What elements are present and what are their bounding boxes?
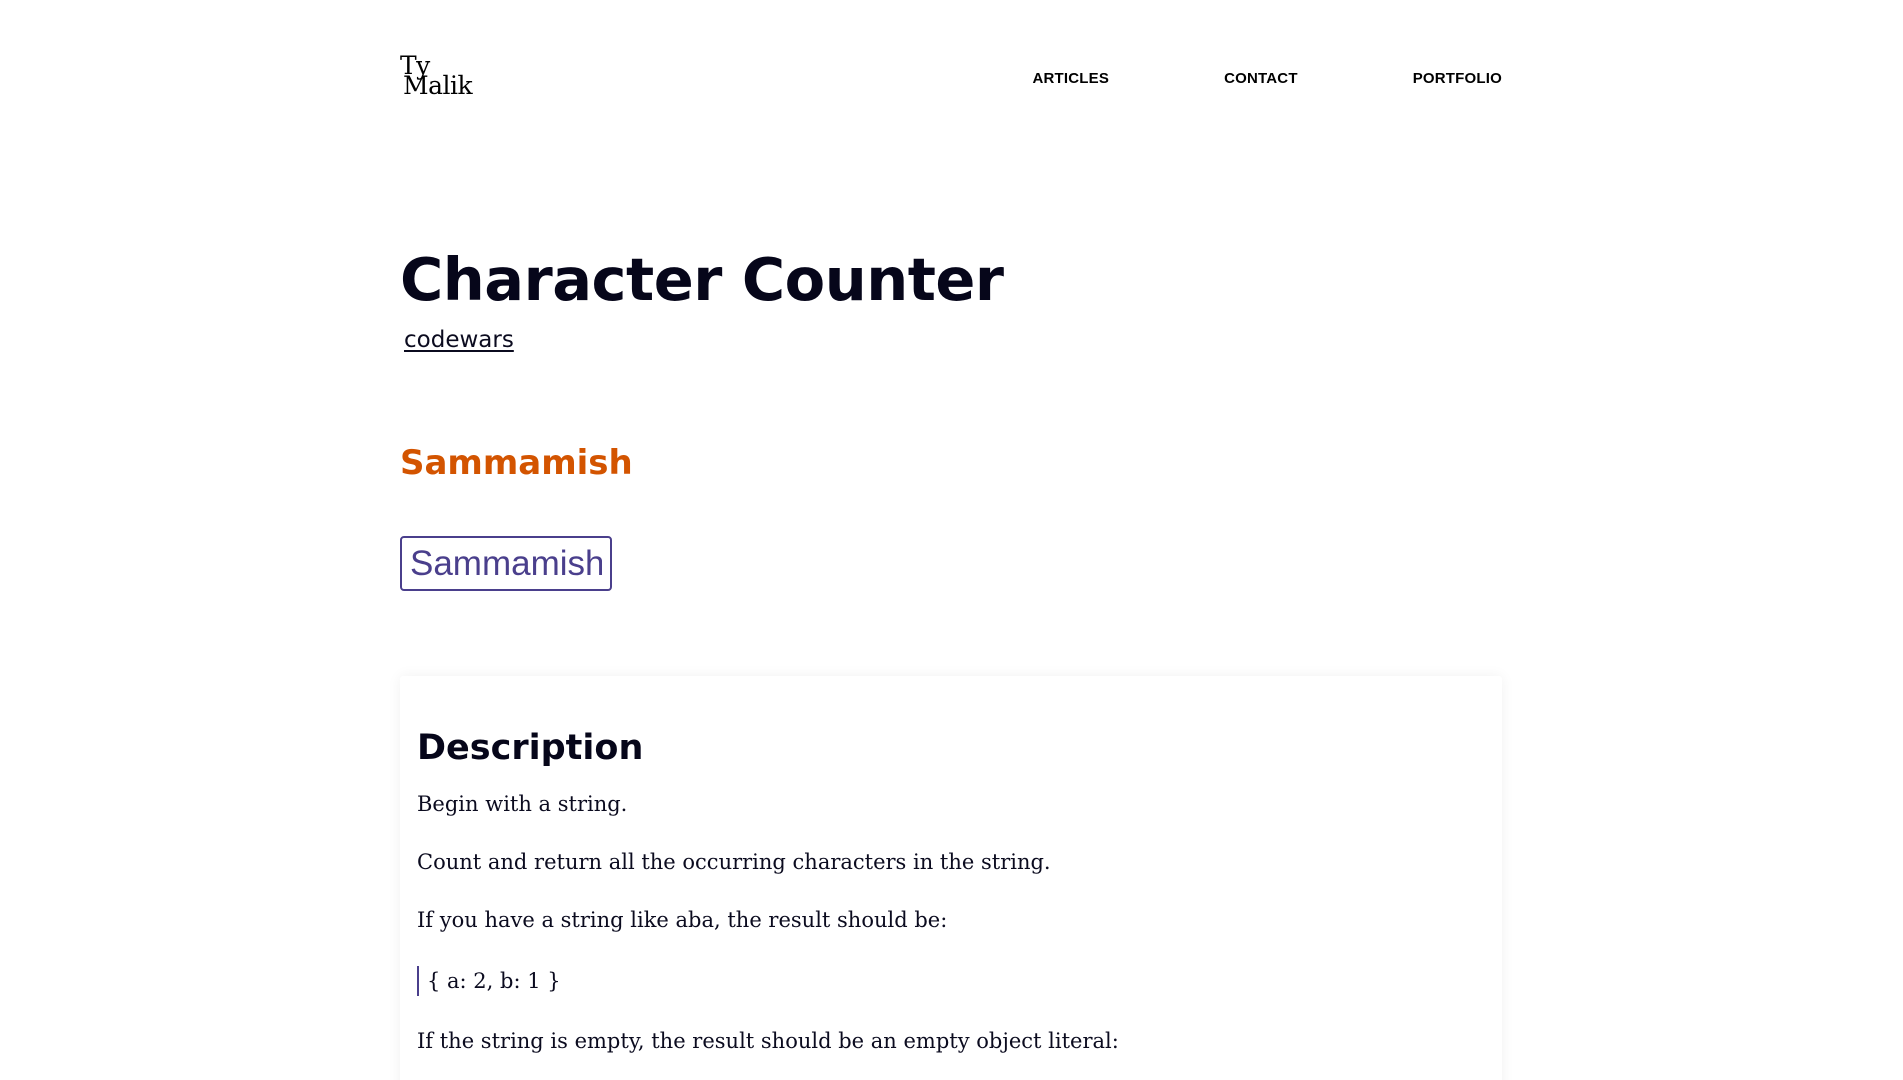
example-blockquote: { a: 2, b: 1 } [417,966,1485,996]
site-logo[interactable]: Ty Malik [400,53,473,100]
main-nav: ARTICLES CONTACT PORTFOLIO [1032,70,1502,87]
description-card-content: Description Begin with a string. Count a… [417,726,1485,1080]
demo-output-text: Sammamish [400,443,633,483]
nav-contact-link[interactable]: CONTACT [1224,70,1298,87]
description-heading: Description [417,728,644,768]
description-paragraph-4: If the string is empty, the result shoul… [417,1029,1119,1053]
description-paragraph-3: If you have a string like aba, the resul… [417,908,948,932]
tag-link-codewars[interactable]: codewars [404,327,514,353]
nav-portfolio-link[interactable]: PORTFOLIO [1413,70,1502,87]
logo-line-last: Malik [403,71,473,100]
description-paragraph-1: Begin with a string. [417,792,628,816]
page-title: Character Counter [400,245,1004,314]
description-paragraph-2: Count and return all the occurring chara… [417,850,1051,874]
demo-text-input[interactable] [400,536,612,591]
nav-articles-link[interactable]: ARTICLES [1032,70,1109,87]
description-card: Description Begin with a string. Count a… [400,676,1502,1080]
page: Ty Malik ARTICLES CONTACT PORTFOLIO Char… [0,0,1903,1080]
